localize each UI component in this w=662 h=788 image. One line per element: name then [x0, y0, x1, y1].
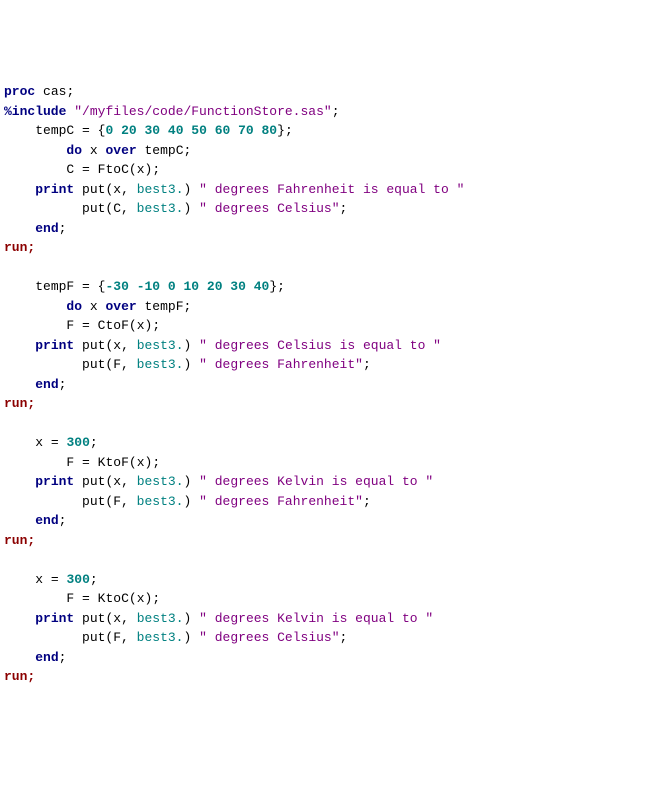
fn-put: put [82, 338, 105, 353]
arg-C: C [113, 201, 121, 216]
arg-x: x [113, 474, 121, 489]
op-eq: = [82, 455, 90, 470]
code-block: proc cas; %include "/myfiles/code/Functi… [4, 82, 658, 687]
arg-x: x [137, 318, 145, 333]
var-tempC: tempC [35, 123, 74, 138]
var-tempF: tempF [35, 279, 74, 294]
string-literal: " degrees Fahrenheit" [199, 494, 363, 509]
op-eq: = [82, 591, 90, 606]
string-literal: " degrees Celsius" [199, 630, 339, 645]
fn-CtoF: CtoF [98, 318, 129, 333]
macro-include: %include [4, 104, 66, 119]
fn-put: put [82, 474, 105, 489]
format-best3: best3. [137, 182, 184, 197]
iter-target: tempF [145, 299, 184, 314]
arg-x: x [137, 162, 145, 177]
tempC-values: 0 20 30 40 50 60 70 80 [105, 123, 277, 138]
format-best3: best3. [137, 494, 184, 509]
loop-var: x [90, 143, 98, 158]
format-best3: best3. [137, 630, 184, 645]
keyword-run: run [4, 240, 27, 255]
keyword-run: run [4, 533, 27, 548]
fn-put: put [82, 357, 105, 372]
keyword-print: print [35, 611, 74, 626]
fn-put: put [82, 201, 105, 216]
keyword-over: over [105, 143, 136, 158]
string-literal: " degrees Kelvin is equal to " [199, 474, 433, 489]
keyword-over: over [105, 299, 136, 314]
string-literal: " degrees Celsius" [199, 201, 339, 216]
fn-FtoC: FtoC [98, 162, 129, 177]
arg-x: x [137, 455, 145, 470]
keyword-do: do [66, 299, 82, 314]
var-F: F [66, 318, 74, 333]
fn-KtoC: KtoC [98, 591, 129, 606]
value-300: 300 [66, 435, 89, 450]
tempF-values: -30 -10 0 10 20 30 40 [105, 279, 269, 294]
format-best3: best3. [137, 357, 184, 372]
value-300: 300 [66, 572, 89, 587]
var-C: C [66, 162, 74, 177]
fn-put: put [82, 494, 105, 509]
keyword-end: end [35, 221, 58, 236]
op-eq: = [82, 123, 90, 138]
op-eq: = [51, 572, 59, 587]
fn-put: put [82, 182, 105, 197]
var-F: F [66, 591, 74, 606]
arg-F: F [113, 357, 121, 372]
keyword-print: print [35, 474, 74, 489]
var-x: x [35, 435, 43, 450]
string-literal: " degrees Kelvin is equal to " [199, 611, 433, 626]
keyword-do: do [66, 143, 82, 158]
arg-x: x [113, 611, 121, 626]
loop-var: x [90, 299, 98, 314]
include-path: "/myfiles/code/FunctionStore.sas" [74, 104, 331, 119]
keyword-print: print [35, 338, 74, 353]
fn-KtoF: KtoF [98, 455, 129, 470]
keyword-run: run [4, 669, 27, 684]
op-eq: = [82, 279, 90, 294]
arg-F: F [113, 630, 121, 645]
op-eq: = [82, 162, 90, 177]
var-x: x [35, 572, 43, 587]
fn-put: put [82, 611, 105, 626]
keyword-print: print [35, 182, 74, 197]
string-literal: " degrees Celsius is equal to " [199, 338, 441, 353]
var-F: F [66, 455, 74, 470]
keyword-proc: proc [4, 84, 35, 99]
op-eq: = [51, 435, 59, 450]
keyword-end: end [35, 513, 58, 528]
keyword-end: end [35, 650, 58, 665]
keyword-run: run [4, 396, 27, 411]
proc-name: cas [43, 84, 66, 99]
arg-F: F [113, 494, 121, 509]
format-best3: best3. [137, 611, 184, 626]
arg-x: x [113, 338, 121, 353]
op-eq: = [82, 318, 90, 333]
arg-x: x [113, 182, 121, 197]
format-best3: best3. [137, 474, 184, 489]
string-literal: " degrees Fahrenheit" [199, 357, 363, 372]
iter-target: tempC [145, 143, 184, 158]
arg-x: x [137, 591, 145, 606]
string-literal: " degrees Fahrenheit is equal to " [199, 182, 464, 197]
format-best3: best3. [137, 338, 184, 353]
format-best3: best3. [137, 201, 184, 216]
fn-put: put [82, 630, 105, 645]
keyword-end: end [35, 377, 58, 392]
